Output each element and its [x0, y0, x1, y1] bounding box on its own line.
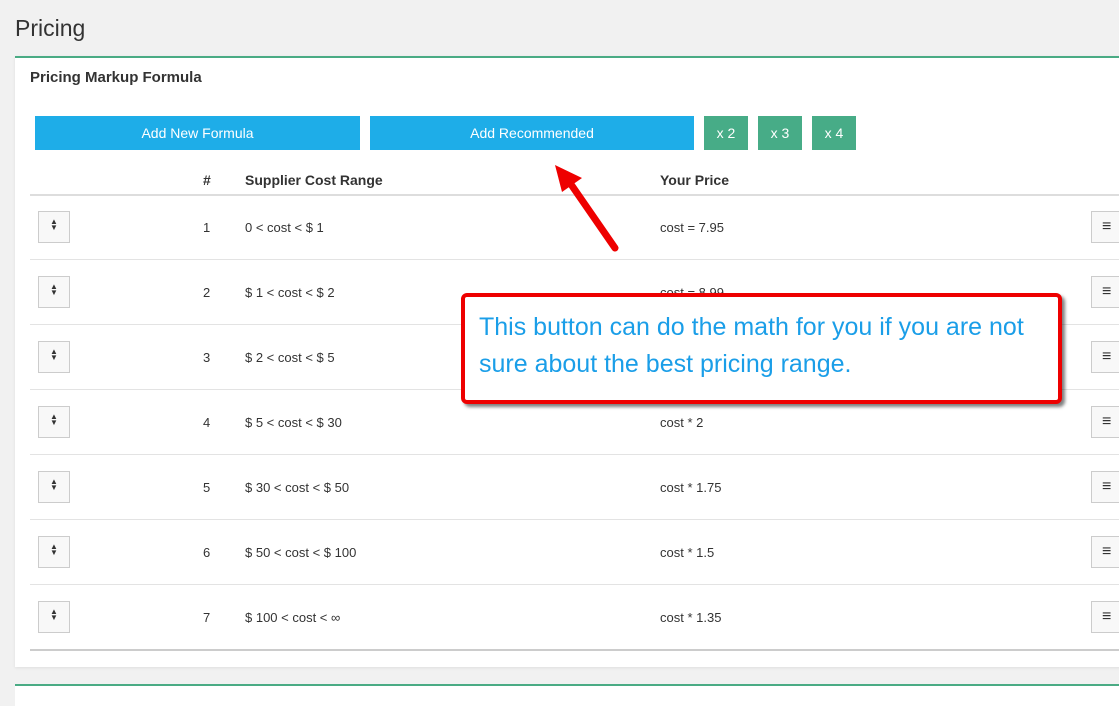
cost-range: $ 2 < cost < $ 5	[245, 350, 335, 365]
arrow-shaft	[564, 176, 619, 252]
hamburger-menu-icon[interactable]: ≡	[1091, 211, 1119, 243]
column-header-range: Supplier Cost Range	[245, 172, 383, 188]
row-number: 5	[203, 480, 211, 495]
row-number: 2	[203, 285, 211, 300]
multiply-4-button[interactable]: x 4	[812, 116, 856, 150]
cost-range: $ 5 < cost < $ 30	[245, 415, 342, 430]
sort-icon[interactable]: ▲ ▼	[38, 211, 70, 243]
annotation-arrow	[555, 165, 619, 252]
arrow-head	[555, 165, 582, 192]
next-panel	[15, 684, 1119, 706]
hamburger-menu-icon[interactable]: ≡	[1091, 601, 1119, 633]
row-number: 7	[203, 610, 211, 625]
row-number: 3	[203, 350, 211, 365]
hamburger-menu-icon[interactable]: ≡	[1091, 536, 1119, 568]
table-row: ▲ ▼ 5 $ 30 < cost < $ 50 cost * 1.75 ≡	[30, 455, 1119, 520]
hamburger-menu-icon[interactable]: ≡	[1091, 276, 1119, 308]
column-header-price: Your Price	[660, 172, 729, 188]
multiply-3-button[interactable]: x 3	[758, 116, 802, 150]
row-number: 6	[203, 545, 211, 560]
row-number: 4	[203, 415, 211, 430]
sort-icon[interactable]: ▲ ▼	[38, 276, 70, 308]
cost-range: $ 30 < cost < $ 50	[245, 480, 350, 495]
cost-range: $ 50 < cost < $ 100	[245, 545, 357, 560]
column-header-number: #	[203, 172, 211, 188]
add-recommended-button[interactable]: Add Recommended	[370, 116, 694, 150]
row-number: 1	[203, 220, 211, 235]
table-row: ▲ ▼ 7 $ 100 < cost < ∞ cost * 1.35 ≡	[30, 585, 1119, 651]
sort-icon[interactable]: ▲ ▼	[38, 536, 70, 568]
hamburger-menu-icon[interactable]: ≡	[1091, 341, 1119, 373]
multiply-2-button[interactable]: x 2	[704, 116, 748, 150]
add-new-formula-button[interactable]: Add New Formula	[35, 116, 360, 150]
price-formula: cost * 1.75	[660, 480, 722, 495]
page-title: Pricing	[15, 15, 86, 41]
price-formula: cost * 1.5	[660, 545, 715, 560]
price-formula: cost = 7.95	[660, 220, 724, 235]
hamburger-menu-icon[interactable]: ≡	[1091, 406, 1119, 438]
sort-icon[interactable]: ▲ ▼	[38, 471, 70, 503]
table-row: ▲ ▼ 6 $ 50 < cost < $ 100 cost * 1.5 ≡	[30, 520, 1119, 585]
price-formula: cost * 2	[660, 415, 704, 430]
hamburger-menu-icon[interactable]: ≡	[1091, 471, 1119, 503]
annotation-callout: This button can do the math for you if y…	[461, 293, 1062, 404]
cost-range: 0 < cost < $ 1	[245, 220, 324, 235]
sort-icon[interactable]: ▲ ▼	[38, 406, 70, 438]
cost-range: $ 100 < cost < ∞	[245, 610, 341, 625]
sort-icon[interactable]: ▲ ▼	[38, 601, 70, 633]
cost-range: $ 1 < cost < $ 2	[245, 285, 335, 300]
sort-icon[interactable]: ▲ ▼	[38, 341, 70, 373]
panel-title: Pricing Markup Formula	[30, 69, 202, 86]
price-formula: cost * 1.35	[660, 610, 722, 625]
